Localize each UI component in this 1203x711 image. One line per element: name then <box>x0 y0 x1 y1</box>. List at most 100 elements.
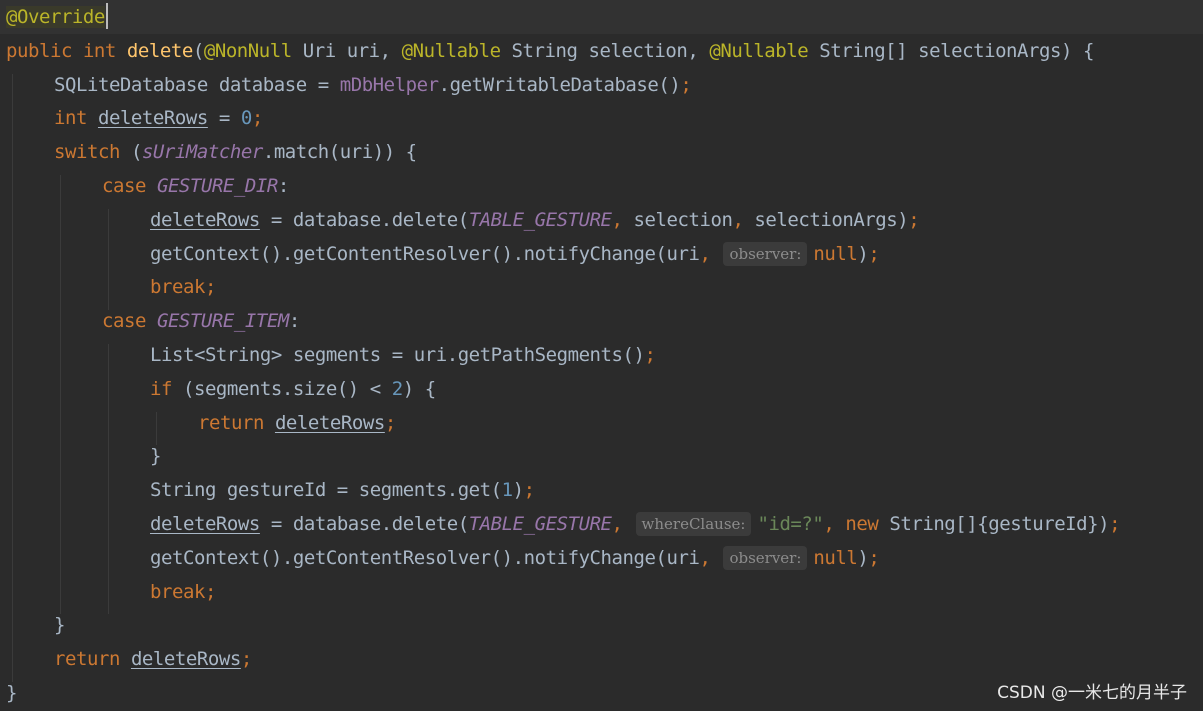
code-line[interactable]: return deleteRows; <box>6 642 252 676</box>
code-line[interactable]: String gestureId = segments.get(1); <box>6 473 535 507</box>
code-line[interactable]: List<String> segments = uri.getPathSegme… <box>6 338 656 372</box>
code-line[interactable]: getContext().getContentResolver().notify… <box>6 541 880 575</box>
code-token: 0 <box>240 107 252 130</box>
code-token: , <box>823 513 846 535</box>
code-token: String selection, <box>511 39 710 62</box>
code-line[interactable]: @Override <box>0 0 1203 34</box>
code-line[interactable]: } <box>6 439 161 473</box>
code-token: ( <box>130 141 142 164</box>
code-token: List<String> segments = uri.getPathSegme… <box>150 344 645 366</box>
text-caret <box>105 3 108 29</box>
code-token: selection <box>633 208 733 231</box>
code-token: ) <box>512 479 524 502</box>
code-token: : <box>288 310 300 333</box>
code-line[interactable]: getContext().getContentResolver().notify… <box>6 237 880 271</box>
code-token: return <box>198 411 275 434</box>
code-token: null <box>813 546 858 569</box>
code-token: ; <box>384 411 396 434</box>
code-token: ; <box>868 546 880 569</box>
code-token: } <box>150 445 161 468</box>
code-token: .match(uri)) { <box>262 141 417 164</box>
code-token: ; <box>908 208 920 231</box>
code-token: String[] selectionArgs) { <box>819 39 1094 62</box>
code-line[interactable]: public int delete(@NonNull Uri uri, @Nul… <box>6 34 1094 68</box>
code-token: null <box>813 242 858 265</box>
code-token: .getWritableDatabase() <box>438 73 681 96</box>
code-token: (segments.size() < <box>182 377 392 400</box>
code-token: ; <box>868 242 880 265</box>
code-token: 2 <box>391 377 403 400</box>
code-line[interactable]: switch (sUriMatcher.match(uri)) { <box>6 135 417 169</box>
code-token: if <box>150 377 183 400</box>
code-line[interactable]: case GESTURE_DIR: <box>6 169 289 203</box>
parameter-hint: whereClause: <box>635 512 752 536</box>
code-editor[interactable]: @Override public int delete(@NonNull Uri … <box>0 0 1203 711</box>
code-token: 1 <box>501 479 513 502</box>
code-token: , <box>611 208 634 231</box>
code-token: case <box>102 175 157 197</box>
code-token: : <box>277 175 289 197</box>
code-line[interactable]: return deleteRows; <box>6 406 396 440</box>
code-token: @Override <box>6 6 105 28</box>
code-line[interactable]: int deleteRows = 0; <box>6 101 263 135</box>
watermark: CSDN @一米七的月半子 <box>997 683 1187 703</box>
code-token: ; <box>523 479 535 502</box>
code-line[interactable]: } <box>6 608 65 642</box>
parameter-hint: observer: <box>723 241 808 266</box>
code-token: ) <box>857 546 869 569</box>
code-token: = database.delete( <box>259 513 469 535</box>
code-token: } <box>54 614 65 637</box>
code-token: switch <box>54 141 131 164</box>
code-token: TABLE_GESTURE <box>468 208 612 231</box>
code-token: , <box>699 242 722 265</box>
code-token: "id=?" <box>757 513 824 535</box>
code-line[interactable]: case GESTURE_ITEM: <box>6 304 300 338</box>
parameter-hint: observer: <box>723 545 808 570</box>
code-token: = database.delete( <box>259 208 469 231</box>
code-token: @Nullable <box>401 39 512 62</box>
code-token: @NonNull <box>203 39 303 62</box>
code-token: selectionArgs) <box>754 208 909 231</box>
code-token: @Nullable <box>709 39 820 62</box>
code-token: getContext().getContentResolver().notify… <box>150 242 700 265</box>
code-line[interactable]: deleteRows = database.delete(TABLE_GESTU… <box>6 203 920 237</box>
code-token: ; <box>1109 513 1121 535</box>
code-token: , <box>699 546 722 569</box>
code-token: Uri uri, <box>302 39 402 62</box>
code-token: , <box>732 208 755 231</box>
code-token: } <box>6 682 17 704</box>
code-token: String gestureId = segments.get( <box>150 479 502 502</box>
code-token: , <box>611 513 634 535</box>
code-token: GESTURE_ITEM <box>156 310 289 333</box>
code-token: delete <box>126 39 193 62</box>
code-line[interactable]: if (segments.size() < 2) { <box>6 372 436 406</box>
code-token: deleteRows <box>97 107 208 130</box>
code-token: deleteRows <box>150 513 260 535</box>
code-line[interactable]: break; <box>6 575 216 609</box>
code-token: TABLE_GESTURE <box>468 513 612 535</box>
code-token: deleteRows <box>150 208 260 231</box>
code-token: ) { <box>402 377 436 400</box>
code-line[interactable]: } <box>6 676 17 710</box>
code-token: ( <box>192 39 204 62</box>
code-token: ; <box>240 648 252 671</box>
code-token: int <box>54 107 98 130</box>
code-token: GESTURE_DIR <box>156 175 278 197</box>
code-line[interactable]: deleteRows = database.delete(TABLE_GESTU… <box>6 507 1121 541</box>
code-token: case <box>102 310 157 333</box>
code-token: break; <box>150 580 216 603</box>
code-token: break; <box>150 276 216 299</box>
code-token: mDbHelper <box>339 73 439 96</box>
code-token: = <box>207 107 241 130</box>
code-line[interactable]: break; <box>6 270 216 304</box>
code-token: sUriMatcher <box>141 141 263 164</box>
code-token: ; <box>644 344 656 366</box>
code-token: int <box>82 39 127 62</box>
code-token: new <box>845 513 890 535</box>
code-token: return <box>54 648 131 671</box>
code-token: String[]{gestureId}) <box>889 513 1110 535</box>
code-token: public <box>6 39 83 62</box>
code-line[interactable]: SQLiteDatabase database = mDbHelper.getW… <box>6 68 692 102</box>
code-token: deleteRows <box>130 648 241 671</box>
code-token: ; <box>680 73 692 96</box>
